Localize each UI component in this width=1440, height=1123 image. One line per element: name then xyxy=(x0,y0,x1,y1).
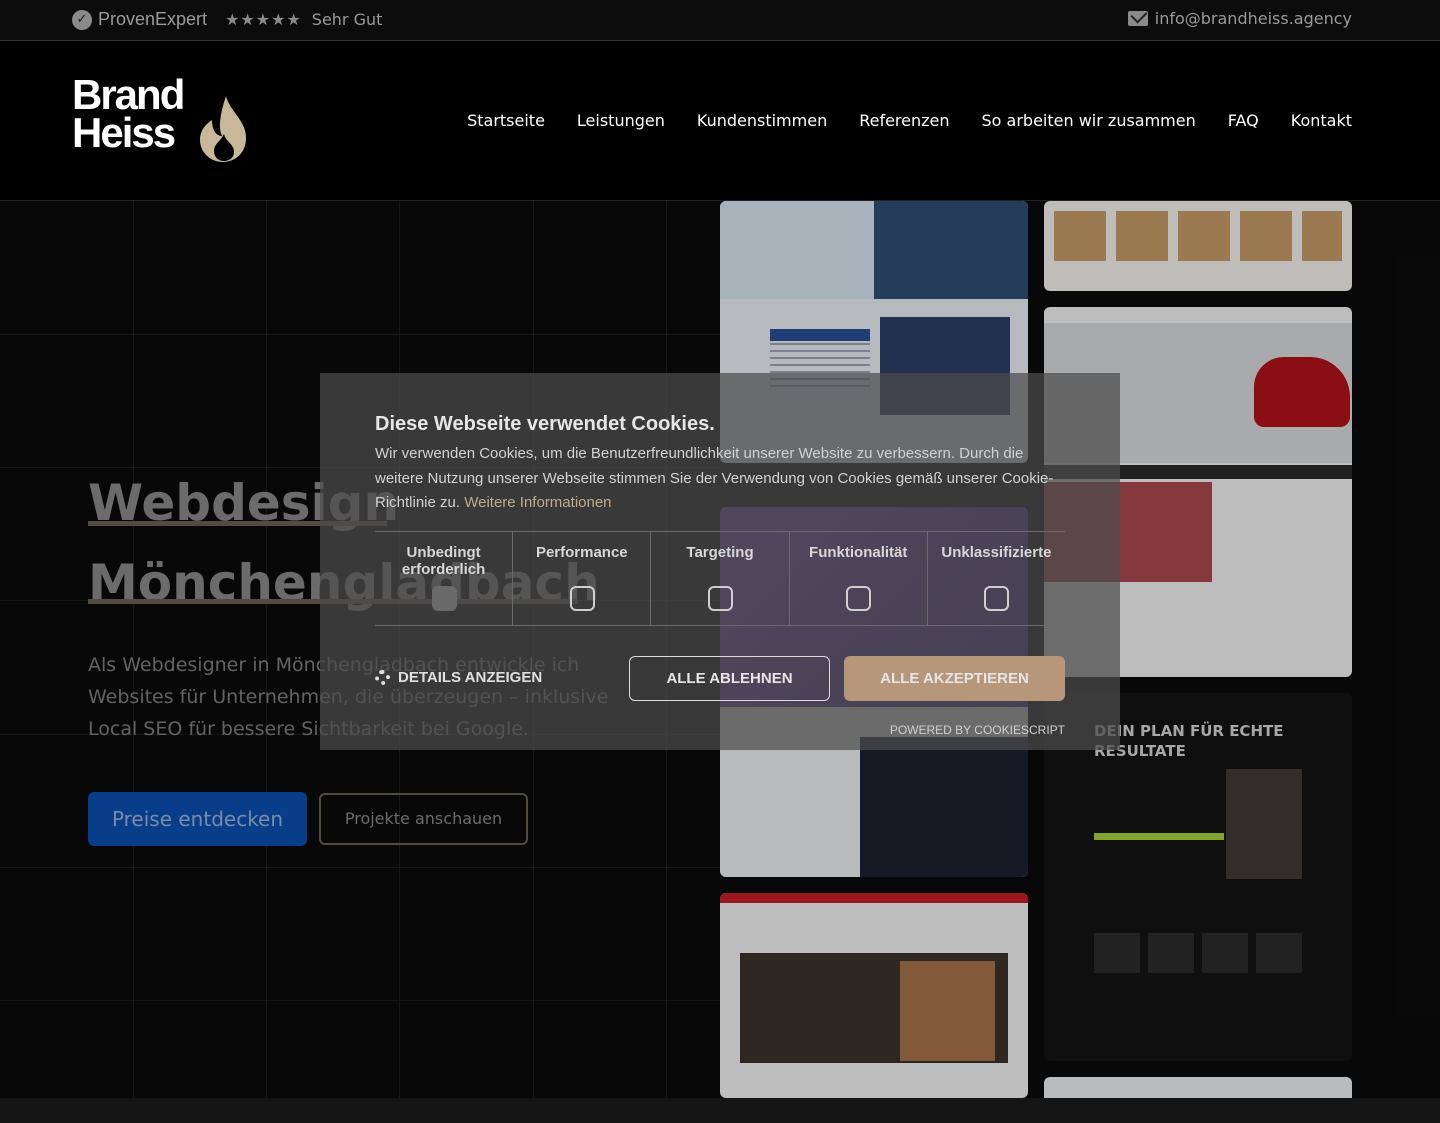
email-link[interactable]: info@brandheiss.agency xyxy=(1127,9,1352,28)
cookie-category-performance: Performance xyxy=(513,532,652,625)
nav-kundenstimmen[interactable]: Kundenstimmen xyxy=(697,111,827,130)
main-nav: Startseite Leistungen Kundenstimmen Refe… xyxy=(467,111,1352,130)
unclassified-checkbox[interactable] xyxy=(984,586,1010,611)
footer-strip xyxy=(0,1098,1440,1123)
cookie-text: Wir verwenden Cookies, um die Benutzerfr… xyxy=(375,442,1065,516)
cookie-category-functionality: Funktionalität xyxy=(790,532,928,625)
rating-stars: ★★★★★ xyxy=(225,10,302,29)
reject-all-button[interactable]: ALLE ABLEHNEN xyxy=(629,656,830,701)
cookie-category-targeting: Targeting xyxy=(651,532,790,625)
category-label: Performance xyxy=(535,544,628,561)
nav-referenzen[interactable]: Referenzen xyxy=(859,111,949,130)
brand-logo[interactable]: Brand Heiss xyxy=(72,74,252,166)
details-toggle[interactable]: DETAILS ANZEIGEN xyxy=(375,669,542,686)
cookie-category-unclassified: Unklassifizierte xyxy=(928,532,1065,625)
category-label: Funktionalität xyxy=(809,544,908,561)
category-label: Unklassifizierte xyxy=(941,544,1052,561)
category-label: Unbedingt erforderlich xyxy=(401,544,486,578)
cookie-banner: Diese Webseite verwendet Cookies. Wir ve… xyxy=(320,373,1120,750)
mail-icon xyxy=(1127,11,1148,26)
cookie-title: Diese Webseite verwendet Cookies. xyxy=(375,413,715,435)
nav-leistungen[interactable]: Leistungen xyxy=(577,111,665,130)
check-icon: ✓ xyxy=(72,9,92,30)
page: ✓ ProvenExpert ★★★★★ Sehr Gut info@brand… xyxy=(0,0,1440,1123)
category-label: Targeting xyxy=(686,544,754,561)
powered-by-link[interactable]: POWERED BY COOKIESCRIPT xyxy=(890,723,1065,737)
nav-startseite[interactable]: Startseite xyxy=(467,111,545,130)
proven-expert-logo: ProvenExpert xyxy=(98,9,208,29)
site-header: Brand Heiss Startseite Leistungen Kunden… xyxy=(0,41,1440,201)
details-label: DETAILS ANZEIGEN xyxy=(398,669,543,686)
necessary-checkbox xyxy=(431,586,457,611)
email-address: info@brandheiss.agency xyxy=(1154,9,1352,28)
targeting-checkbox[interactable] xyxy=(708,586,733,611)
gear-icon xyxy=(375,670,390,685)
proven-expert-badge[interactable]: ✓ ProvenExpert ★★★★★ Sehr Gut xyxy=(72,9,382,30)
flame-icon xyxy=(200,96,246,162)
nav-faq[interactable]: FAQ xyxy=(1228,111,1259,130)
nav-so-arbeiten-wir-zusammen[interactable]: So arbeiten wir zusammen xyxy=(982,111,1196,130)
rating-label: Sehr Gut xyxy=(311,10,383,29)
cookie-more-info-link[interactable]: Weitere Informationen xyxy=(464,494,611,511)
cookie-categories: Unbedingt erforderlich Performance Targe… xyxy=(375,531,1065,626)
top-bar: ✓ ProvenExpert ★★★★★ Sehr Gut info@brand… xyxy=(0,0,1440,41)
performance-checkbox[interactable] xyxy=(569,586,595,611)
accept-all-button[interactable]: ALLE AKZEPTIEREN xyxy=(844,656,1065,701)
functionality-checkbox[interactable] xyxy=(846,586,872,611)
cookie-category-necessary: Unbedingt erforderlich xyxy=(375,532,514,625)
nav-kontakt[interactable]: Kontakt xyxy=(1291,111,1352,130)
